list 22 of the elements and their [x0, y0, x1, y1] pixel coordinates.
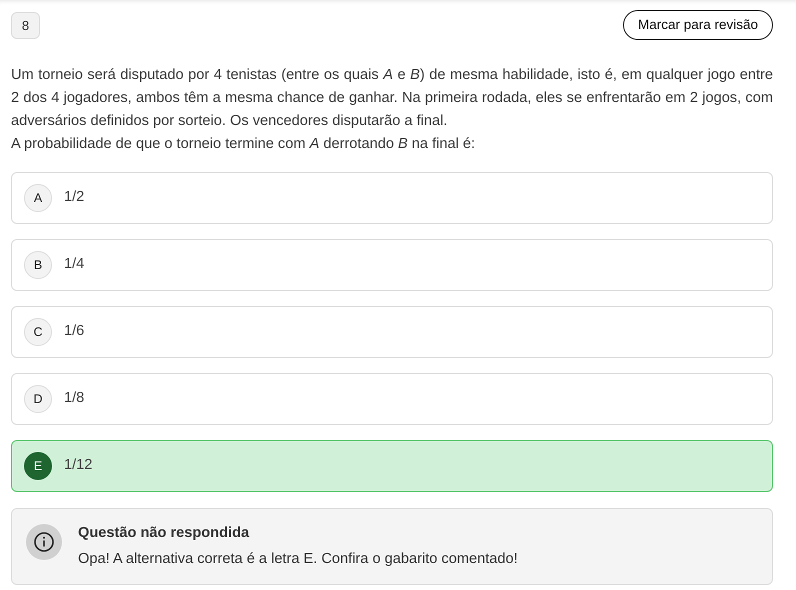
- option-letter: A: [24, 184, 52, 212]
- answer-option[interactable]: B 1/4: [11, 239, 773, 292]
- mark-for-review-button[interactable]: Marcar para revisão: [622, 10, 773, 40]
- info-icon: [26, 524, 62, 560]
- feedback-title: Questão não respondida: [78, 524, 250, 544]
- option-text: 1/8: [64, 389, 84, 408]
- answer-option[interactable]: C 1/6: [11, 306, 773, 358]
- answer-option[interactable]: D 1/8: [11, 373, 773, 426]
- option-text: 1/6: [64, 322, 84, 342]
- answer-option[interactable]: A 1/2: [11, 172, 773, 224]
- question-text: A probabilidade de que o torneio termine com A derrotando B na final é:: [11, 135, 476, 154]
- option-text: 1/12: [64, 456, 92, 476]
- option-text: 1/2: [64, 188, 84, 208]
- question-text: Um torneio será disputado por 4 tenistas (entre os quais A e B) de mesma habilidade, isto é, em qualquer jogo entre 2 dos 4 jogadores, ambos têm a mesma chance de ganhar. Na primeira rodada, eles se enfrentarão em 2 jogos, com adversários definidos por sorteio. Os vencedores disputarão a final.: [11, 66, 773, 132]
- option-letter: B: [24, 251, 52, 280]
- question-number: 8: [11, 12, 40, 39]
- option-letter: C: [24, 318, 52, 346]
- feedback-message: Opa! A alternativa correta é a letra E. Confira o gabarito comentado!: [78, 550, 518, 570]
- option-letter: D: [24, 385, 52, 414]
- option-letter: E: [24, 452, 52, 480]
- correct-answer-option[interactable]: E 1/12: [11, 440, 773, 492]
- option-text: 1/4: [64, 255, 84, 274]
